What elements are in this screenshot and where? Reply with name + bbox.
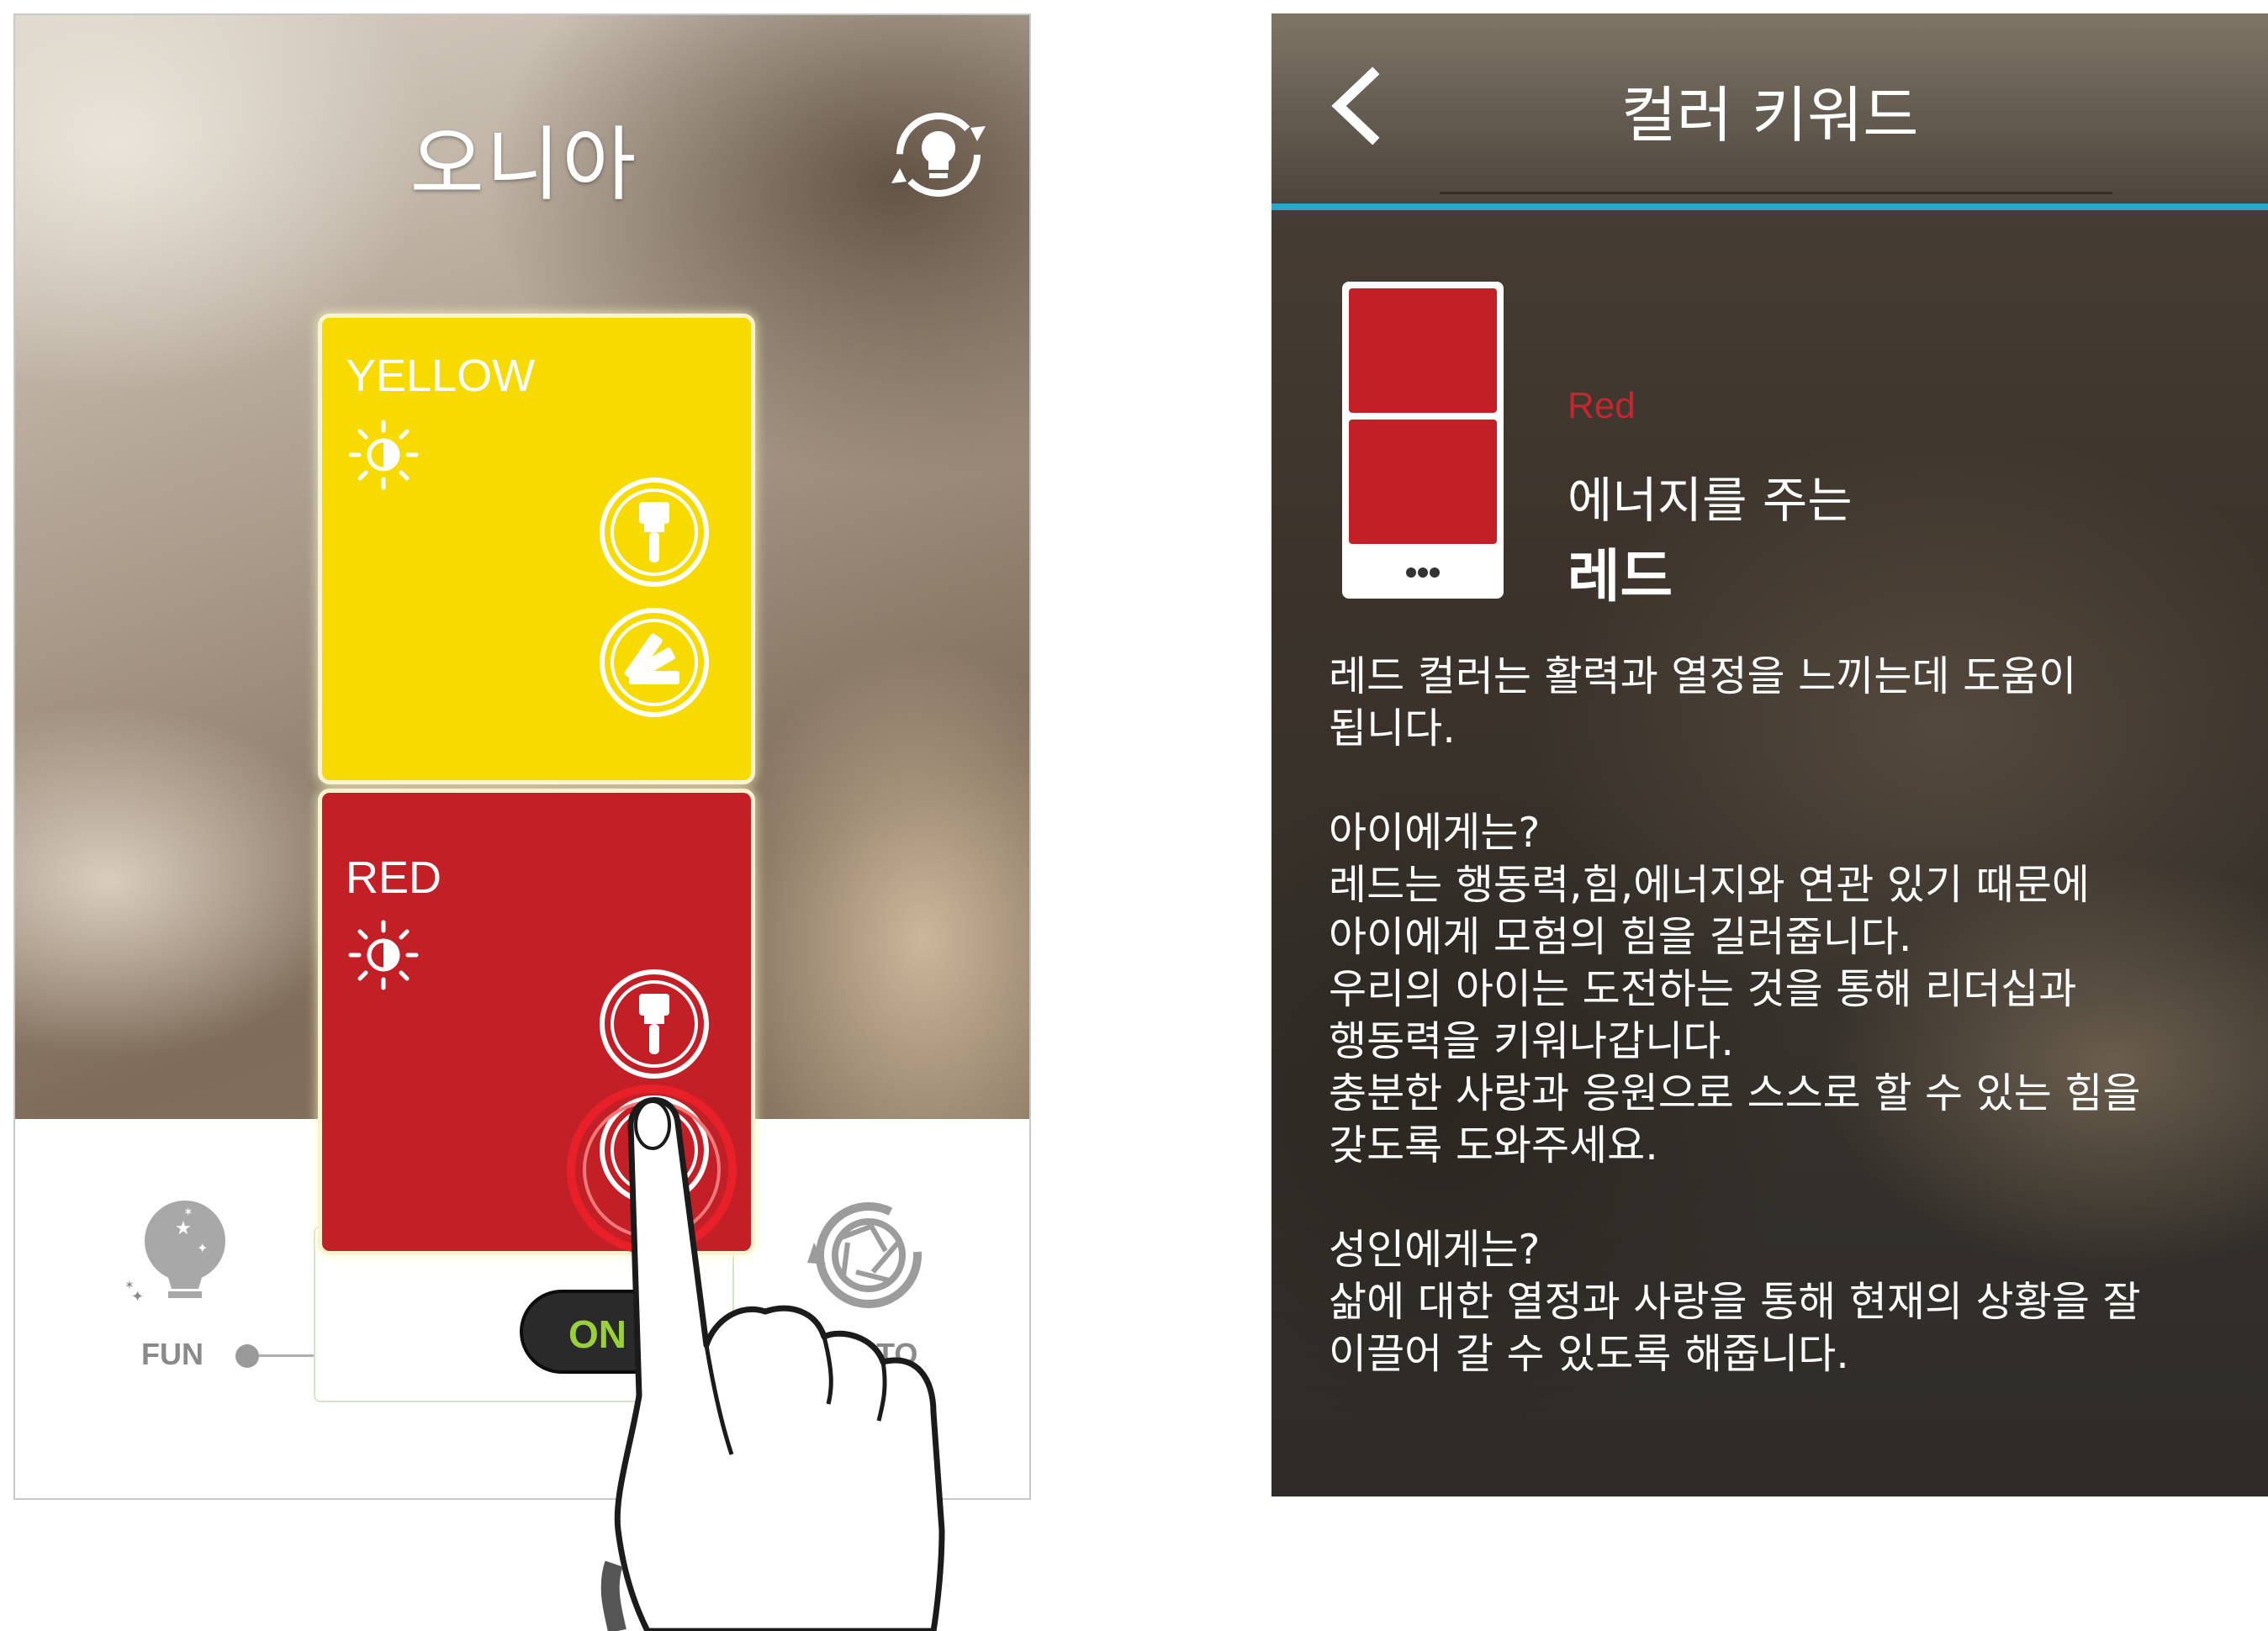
fun-mode-label[interactable]: FUN: [141, 1337, 204, 1372]
card-color-name: YELLOW: [346, 350, 535, 402]
desc-line: 행동력을 키워나갑니다.: [1329, 1016, 2237, 1068]
color-description: 레드 컬러는 활력과 열정을 느끼는데 도움이 됩니다. 아이에게는? 레드는 …: [1329, 651, 2237, 1407]
child-heading: 아이에게는?: [1329, 807, 2237, 859]
desc-line: 됩니다.: [1329, 703, 2237, 755]
color-korean-name: 레드: [1568, 530, 1673, 613]
svg-text:✶: ✶: [124, 1279, 135, 1292]
desc-line: 아이에게 모험의 힘을 길러줍니다.: [1329, 911, 2237, 963]
desc-line: 레드 컬러는 활력과 열정을 느끼는데 도움이: [1329, 651, 2237, 703]
screen-title: 컬러 키워드: [1271, 66, 2268, 154]
svg-text:★: ★: [175, 1218, 192, 1239]
brightness-icon[interactable]: [347, 919, 420, 991]
header-accent-bar: [1271, 203, 2268, 210]
desc-line: 이끌어 갈 수 있도록 해줍니다.: [1329, 1328, 2237, 1380]
color-name-label: Red: [1568, 385, 1636, 427]
app-title: 오니아: [15, 99, 1031, 216]
desc-line: 갖도록 도와주세요.: [1329, 1120, 2237, 1172]
scroll-fade: [1271, 1409, 2268, 1496]
bulb-refresh-icon[interactable]: [886, 103, 991, 207]
right-phone-screen: 컬러 키워드 Red 에너지를 주는 레드 레드 컬러는 활력과 열정을 느끼는…: [1271, 13, 2268, 1496]
color-tagline: 에너지를 주는: [1568, 461, 1853, 531]
color-card-yellow[interactable]: YELLOW: [318, 314, 755, 784]
card-color-name: RED: [346, 852, 441, 904]
adult-heading: 성인에게는?: [1329, 1224, 2237, 1276]
desc-line: 삶에 대한 열정과 사랑을 통해 현재의 상황을 잘: [1329, 1276, 2237, 1328]
svg-text:✶: ✶: [183, 1206, 193, 1219]
desc-line: 레드는 행동력,힘,에너지와 연관 있기 때문에: [1329, 859, 2237, 911]
brightness-icon[interactable]: [347, 419, 420, 491]
color-swatch-icon[interactable]: [595, 604, 713, 721]
paint-brush-icon[interactable]: [595, 473, 713, 591]
fun-mode-indicator: [235, 1344, 259, 1368]
desc-line: 충분한 사랑과 응원으로 스스로 할 수 있는 힘을: [1329, 1068, 2237, 1120]
desc-line: 우리의 아이는 도전하는 것을 통해 리더십과: [1329, 963, 2237, 1016]
fun-bulb-icon[interactable]: ★ ✦ ✶ ✦ ✶: [124, 1192, 242, 1310]
hand-pointer-icon: [580, 1059, 1169, 1631]
fridge-color-icon: [1339, 278, 1507, 602]
header-divider: [1440, 192, 2112, 194]
svg-text:✦: ✦: [197, 1240, 208, 1256]
